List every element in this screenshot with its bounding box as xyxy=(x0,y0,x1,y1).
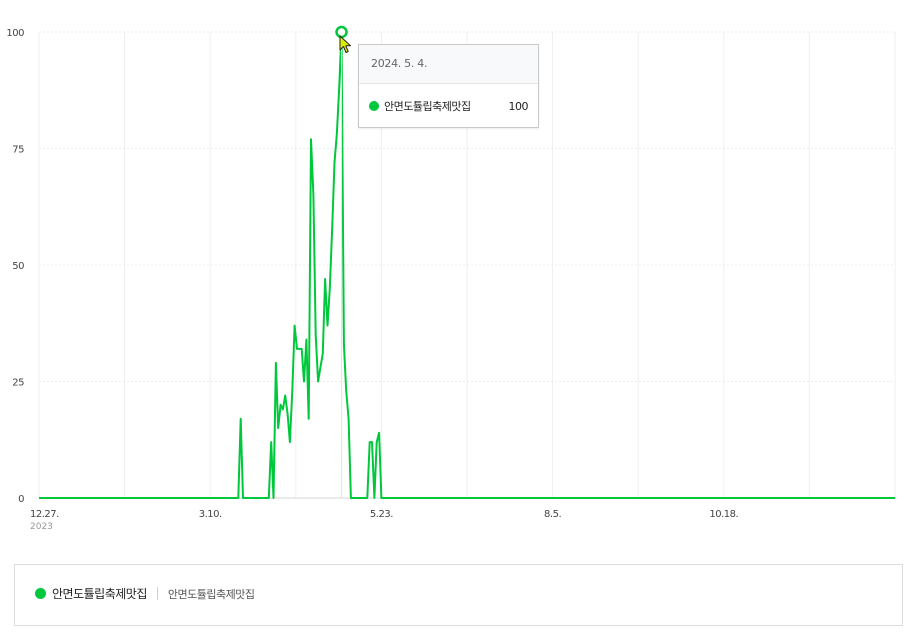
legend-dot-icon xyxy=(35,588,46,599)
x-tick-label: 3.10. xyxy=(199,509,222,520)
legend-keywords: 안면도튤립축제맛집 xyxy=(167,587,255,601)
x-tick-label: 8.5. xyxy=(544,509,561,520)
tooltip-date: 2024. 5. 4. xyxy=(359,45,538,84)
series-dot-icon xyxy=(369,101,379,111)
y-tick-label: 0 xyxy=(18,494,24,505)
x-tick-label: 12.27. xyxy=(30,509,59,520)
y-tick-label: 75 xyxy=(12,145,24,156)
tooltip-value: 100 xyxy=(508,99,529,113)
y-tick-label: 25 xyxy=(12,378,24,389)
chart-tooltip: 2024. 5. 4. 안면도튤립축제맛집 100 xyxy=(358,44,539,128)
y-tick-label: 100 xyxy=(6,28,24,39)
legend-item[interactable]: 안면도튤립축제맛집 안면도튤립축제맛집 xyxy=(35,585,255,602)
y-tick-label: 50 xyxy=(12,261,24,272)
mouse-cursor-icon xyxy=(339,35,351,53)
legend-divider xyxy=(156,587,158,600)
tooltip-row: 안면도튤립축제맛집 100 xyxy=(359,84,538,128)
legend-panel: 안면도튤립축제맛집 안면도튤립축제맛집 xyxy=(14,564,903,626)
x-tick-label: 5.23. xyxy=(370,509,393,520)
x-tick-sublabel: 2023 xyxy=(30,522,53,532)
tooltip-series-name: 안면도튤립축제맛집 xyxy=(384,100,471,113)
legend-series-name: 안면도튤립축제맛집 xyxy=(52,587,147,601)
x-tick-label: 10.18. xyxy=(709,509,738,520)
